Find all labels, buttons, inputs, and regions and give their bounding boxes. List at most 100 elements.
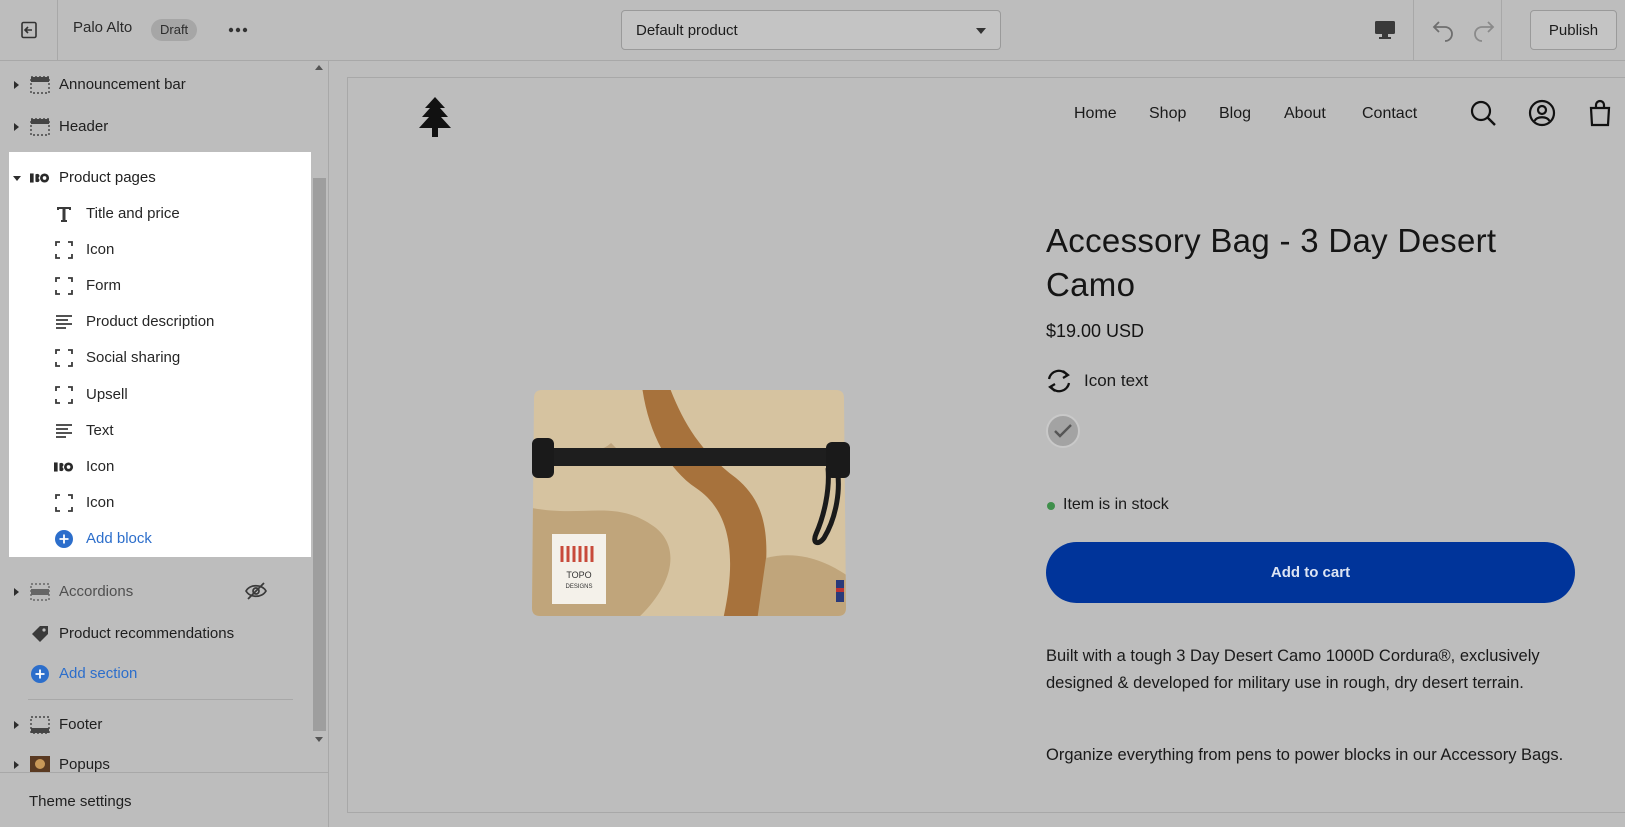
paragraph-icon <box>54 312 74 332</box>
section-label: Product recommendations <box>59 625 235 642</box>
section-popups[interactable]: Popups <box>0 747 311 772</box>
block-frame-icon <box>54 276 74 296</box>
section-label: Product pages <box>59 169 156 186</box>
variant-swatch[interactable] <box>1046 414 1080 448</box>
plus-circle-icon <box>30 664 50 684</box>
product-price: $19.00 USD <box>1046 321 1145 341</box>
undo-icon <box>1432 21 1453 42</box>
caret-right-icon <box>14 81 19 89</box>
block-text[interactable]: Text <box>9 413 311 449</box>
store-logo-tree-icon[interactable] <box>417 96 453 138</box>
more-horizontal-icon <box>228 27 248 33</box>
section-label: Footer <box>59 716 103 733</box>
section-product-pages[interactable]: Product pages <box>0 160 311 196</box>
section-footer[interactable]: Footer <box>0 707 311 743</box>
template-select[interactable]: Default product <box>621 10 1001 50</box>
store-name: Palo Alto <box>73 19 133 36</box>
product-description-1: Built with a tough 3 Day Desert Camo 100… <box>1046 647 1540 692</box>
tag-icon <box>30 624 50 644</box>
image-thumbnail-icon <box>30 168 50 188</box>
top-bar: Palo Alto Draft Default product Publish <box>0 0 1625 61</box>
section-icon <box>30 582 50 602</box>
scrollbar-thumb[interactable] <box>313 178 326 731</box>
desktop-icon <box>1375 21 1395 39</box>
plus-circle-icon <box>54 529 74 549</box>
icon-text: Icon text <box>1084 371 1149 390</box>
section-announcement-bar[interactable]: Announcement bar <box>0 67 311 103</box>
scroll-up-icon[interactable] <box>315 65 323 70</box>
exit-icon <box>20 21 37 39</box>
more-actions-button[interactable] <box>224 17 252 43</box>
svg-text:TOPO: TOPO <box>566 570 591 580</box>
nav-shop[interactable]: Shop <box>1149 105 1186 123</box>
svg-text:DESIGNS: DESIGNS <box>565 584 592 590</box>
hidden-toggle-button[interactable] <box>245 581 267 601</box>
block-frame-icon <box>54 493 74 513</box>
block-title-and-price[interactable]: Title and price <box>9 196 311 232</box>
cart-button[interactable] <box>1586 99 1614 127</box>
template-select-value: Default product <box>636 21 738 39</box>
check-icon <box>1054 424 1072 438</box>
section-label: Announcement bar <box>59 76 186 93</box>
block-label: Icon <box>86 494 115 511</box>
shopping-bag-icon <box>1589 99 1611 127</box>
nav-blog[interactable]: Blog <box>1219 105 1251 123</box>
stock-indicator-dot <box>1047 502 1055 510</box>
block-frame-icon <box>54 348 74 368</box>
caret-right-icon <box>14 721 19 729</box>
block-form[interactable]: Form <box>9 268 311 304</box>
block-social-sharing[interactable]: Social sharing <box>9 340 311 376</box>
section-label: Accordions <box>59 583 134 600</box>
section-icon <box>30 75 50 95</box>
desktop-view-button[interactable] <box>1370 16 1400 44</box>
image-thumbnail-icon <box>30 755 50 772</box>
publish-button[interactable]: Publish <box>1530 10 1617 50</box>
block-label: Text <box>86 422 114 439</box>
block-frame-icon <box>54 240 74 260</box>
block-frame-icon <box>54 385 74 405</box>
add-block-button[interactable]: Add block <box>9 521 311 557</box>
block-product-description[interactable]: Product description <box>9 304 311 340</box>
nav-about[interactable]: About <box>1284 105 1326 123</box>
theme-settings-button[interactable]: Theme settings <box>0 772 328 827</box>
search-button[interactable] <box>1469 99 1497 127</box>
caret-right-icon <box>14 588 19 596</box>
sidebar-scrollbar[interactable] <box>311 61 328 745</box>
section-product-recommendations[interactable]: Product recommendations <box>0 616 311 652</box>
block-label: Icon <box>86 458 115 475</box>
account-icon <box>1528 99 1556 127</box>
product-image[interactable]: TOPO DESIGNS <box>506 378 874 628</box>
undo-button[interactable] <box>1428 15 1458 45</box>
block-upsell[interactable]: Upsell <box>9 377 311 413</box>
redo-icon <box>1474 21 1495 42</box>
add-to-cart-button[interactable]: Add to cart <box>1046 542 1575 603</box>
product-title: Accessory Bag - 3 Day Desert Camo <box>1046 222 1497 303</box>
store-preview: Home Shop Blog About Contact TOPO DESIGN… <box>347 77 1625 813</box>
block-icon[interactable]: Icon <box>9 232 311 268</box>
divider <box>28 699 293 700</box>
caret-down-icon <box>13 176 21 181</box>
block-icon-2[interactable]: Icon <box>9 485 311 521</box>
add-block-label: Add block <box>86 530 152 547</box>
nav-home[interactable]: Home <box>1074 105 1117 123</box>
block-icon-image[interactable]: Icon <box>9 449 311 485</box>
add-section-button[interactable]: Add section <box>0 656 311 692</box>
image-thumbnail-icon <box>54 457 74 477</box>
account-button[interactable] <box>1528 99 1556 127</box>
sidebar: Announcement bar Header Product pages Ti… <box>0 61 329 827</box>
caret-right-icon <box>14 761 19 769</box>
exit-button[interactable] <box>0 0 58 60</box>
caret-right-icon <box>14 123 19 131</box>
scroll-down-icon[interactable] <box>315 737 323 742</box>
chevron-down-icon <box>976 28 986 34</box>
section-icon <box>30 117 50 137</box>
block-label: Form <box>86 277 121 294</box>
section-label: Header <box>59 118 109 135</box>
redo-button[interactable] <box>1469 15 1499 45</box>
block-label: Upsell <box>86 386 128 403</box>
eye-off-icon <box>245 582 267 600</box>
section-icon <box>30 715 50 735</box>
nav-contact[interactable]: Contact <box>1362 105 1417 123</box>
section-header[interactable]: Header <box>0 109 311 145</box>
status-badge: Draft <box>151 19 198 41</box>
